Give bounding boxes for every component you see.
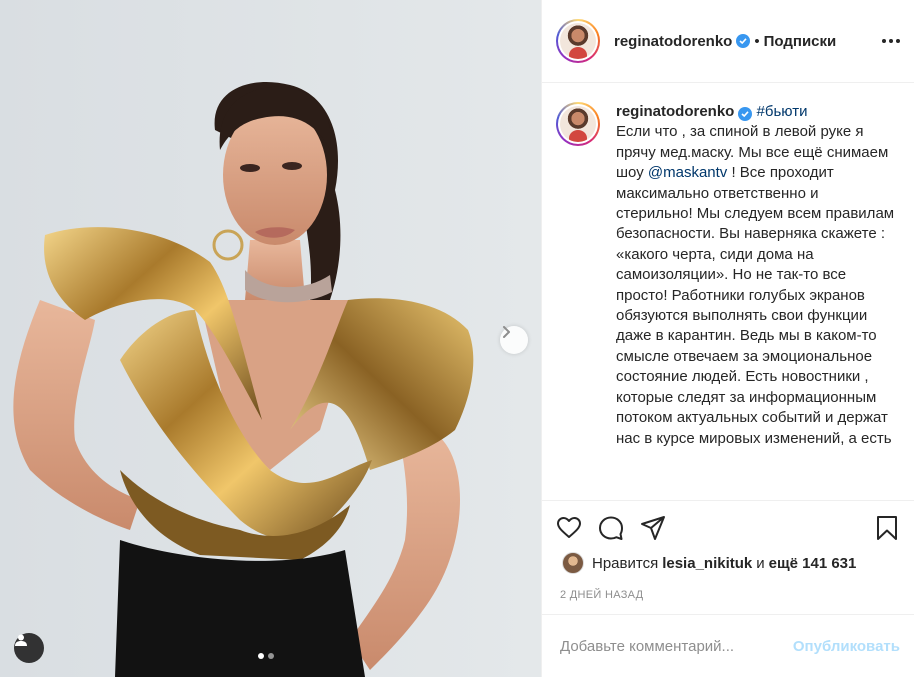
verified-badge-icon xyxy=(738,107,753,121)
caption-section: reginatodorenko #бьюти Если что , за спи… xyxy=(542,84,914,500)
verified-badge-icon xyxy=(736,34,751,48)
caption-author-avatar[interactable] xyxy=(556,102,600,146)
caption-author-username[interactable]: reginatodorenko xyxy=(616,103,734,120)
carousel-indicator xyxy=(258,653,274,659)
user-tag-button[interactable] xyxy=(14,633,44,663)
chevron-right-icon xyxy=(503,326,510,338)
author-avatar[interactable] xyxy=(556,19,600,63)
likes-conjunction: и xyxy=(756,554,765,572)
photo-illustration xyxy=(0,0,541,677)
comment-input[interactable] xyxy=(560,637,793,655)
post-header: reginatodorenko • Подписки xyxy=(542,0,914,83)
post-actions xyxy=(542,500,914,560)
comment-icon[interactable] xyxy=(598,515,624,541)
caption-text: reginatodorenko #бьюти Если что , за спи… xyxy=(616,102,896,500)
post-side-panel: reginatodorenko • Подписки reginatodoren… xyxy=(541,0,914,677)
share-icon[interactable] xyxy=(640,515,666,541)
likes-count[interactable]: ещё 141 631 xyxy=(769,555,857,572)
header-separator: • xyxy=(754,32,760,50)
bookmark-icon[interactable] xyxy=(874,515,900,541)
likes-summary: Нравится lesia_nikituk и ещё 141 631 xyxy=(562,552,860,574)
add-comment-form: Опубликовать xyxy=(542,614,914,677)
following-button[interactable]: Подписки xyxy=(764,33,837,50)
carousel-next-button[interactable] xyxy=(500,326,528,354)
more-options-icon[interactable] xyxy=(882,33,900,49)
post-timestamp[interactable]: 2 ДНЕЙ НАЗАД xyxy=(560,589,643,601)
author-username[interactable]: reginatodorenko xyxy=(614,33,732,50)
user-tag-icon xyxy=(15,634,27,646)
caption-hashtag[interactable]: #бьюти xyxy=(757,103,808,120)
liker-username[interactable]: lesia_nikituk xyxy=(662,555,752,572)
liker-avatar[interactable] xyxy=(562,552,584,574)
heart-icon[interactable] xyxy=(556,515,582,541)
carousel-dot xyxy=(268,653,274,659)
post-photo[interactable] xyxy=(0,0,541,677)
carousel-dot-active xyxy=(258,653,264,659)
caption-body-end: ! Все проходит максимально ответственно … xyxy=(616,164,895,447)
publish-button[interactable]: Опубликовать xyxy=(793,638,900,655)
likes-prefix: Нравится xyxy=(592,554,659,572)
caption-mention[interactable]: @maskantv xyxy=(648,164,727,181)
